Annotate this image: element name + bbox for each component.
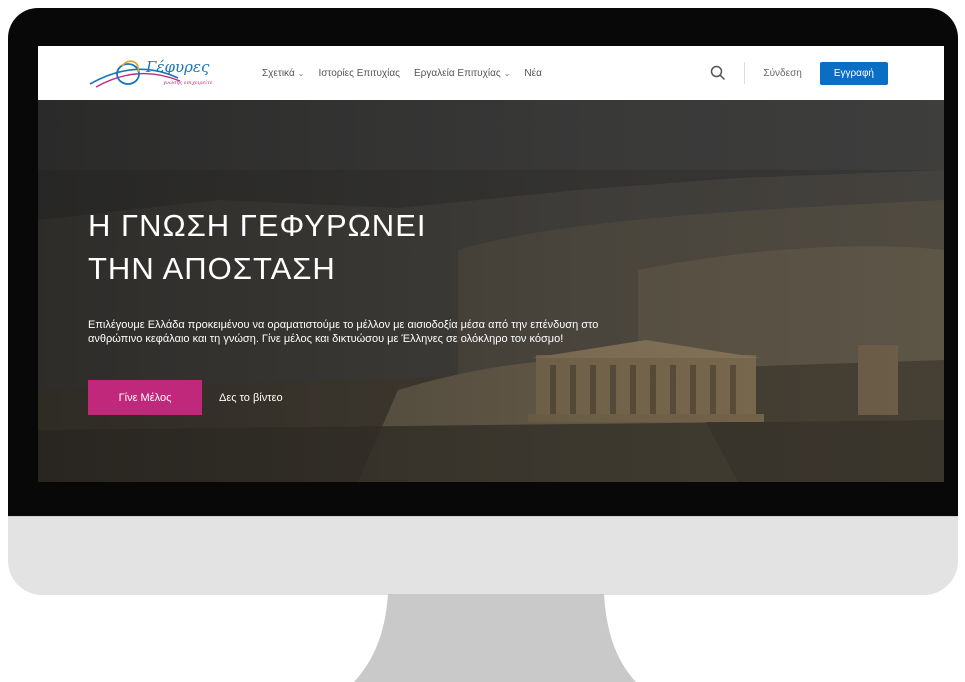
- become-member-button[interactable]: Γίνε Μέλος: [88, 380, 202, 415]
- logo-tagline: γνώσης επιχειρείτε: [163, 79, 213, 86]
- hero-title-line-2: ΤΗΝ ΑΠΟΣΤΑΣΗ: [88, 251, 336, 286]
- header-divider: [744, 62, 746, 84]
- hero-overlay: [38, 100, 944, 482]
- hero-title: Η ΓΝΩΣΗ ΓΕΦΥΡΩΝΕΙ ΤΗΝ ΑΠΟΣΤΑΣΗ: [88, 204, 648, 290]
- nav-item-success-stories[interactable]: Ιστορίες Επιτυχίας: [318, 68, 400, 79]
- header-actions: Σύνδεση Εγγραφή: [710, 46, 888, 100]
- nav-label: Εργαλεία Επιτυχίας: [414, 67, 501, 79]
- nav-label: Νέα: [524, 67, 542, 79]
- monitor-stand: [354, 594, 636, 682]
- nav-label: Ιστορίες Επιτυχίας: [318, 67, 401, 79]
- nav-item-success-tools[interactable]: Εργαλεία Επιτυχίας ⌄: [414, 68, 510, 79]
- chevron-down-icon: ⌄: [503, 68, 511, 78]
- search-icon[interactable]: [710, 65, 726, 81]
- chevron-down-icon: ⌄: [297, 68, 305, 78]
- main-nav: Σχετικά ⌄ Ιστορίες Επιτυχίας Εργαλεία Επ…: [262, 46, 542, 100]
- browser-screen: Γέφυρες γνώσης επιχειρείτε Σχετικά ⌄ Ιστ…: [38, 46, 944, 482]
- logo-wordmark: Γέφυρες: [145, 58, 210, 76]
- nav-item-news[interactable]: Νέα: [524, 68, 541, 79]
- hero-section: Η ΓΝΩΣΗ ΓΕΦΥΡΩΝΕΙ ΤΗΝ ΑΠΟΣΤΑΣΗ Επιλέγουμ…: [38, 100, 944, 482]
- hero-title-line-1: Η ΓΝΩΣΗ ΓΕΦΥΡΩΝΕΙ: [88, 208, 427, 243]
- login-link[interactable]: Σύνδεση: [763, 68, 801, 79]
- site-logo[interactable]: Γέφυρες γνώσης επιχειρείτε: [88, 54, 238, 94]
- site-header: Γέφυρες γνώσης επιχειρείτε Σχετικά ⌄ Ιστ…: [38, 46, 944, 100]
- register-button[interactable]: Εγγραφή: [819, 61, 888, 85]
- nav-label: Σχετικά: [262, 67, 295, 79]
- monitor-chin: [8, 516, 958, 595]
- hero-description: Επιλέγουμε Ελλάδα προκειμένου να οραματι…: [88, 319, 599, 345]
- watch-video-link[interactable]: Δες το βίντεο: [219, 380, 283, 415]
- nav-item-about[interactable]: Σχετικά ⌄: [262, 68, 304, 79]
